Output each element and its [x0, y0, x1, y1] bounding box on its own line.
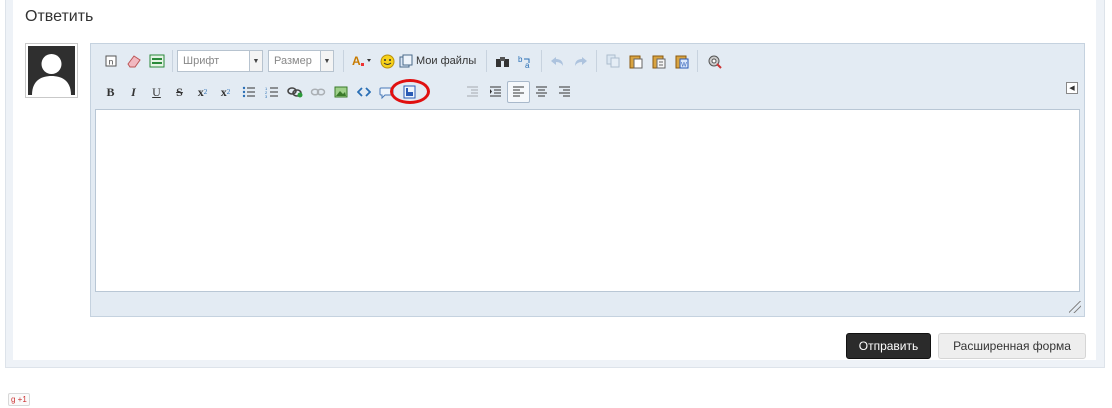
toolbar-separator: [697, 50, 699, 72]
avatar-placeholder-icon: [28, 46, 75, 95]
image-icon[interactable]: [329, 81, 352, 103]
paste-icon[interactable]: [624, 50, 647, 72]
toolbar-separator: [172, 50, 173, 72]
extended-form-button[interactable]: Расширенная форма: [938, 333, 1086, 359]
html-editor-icon[interactable]: [145, 50, 168, 72]
smiley-icon[interactable]: [376, 50, 399, 72]
size-select-placeholder: Размер: [274, 55, 312, 67]
replace-text-icon[interactable]: ba: [514, 50, 537, 72]
google-plus-one-button[interactable]: g +1: [8, 393, 30, 406]
align-right-icon[interactable]: [553, 81, 576, 103]
paste-text-icon[interactable]: [647, 50, 670, 72]
align-center-icon[interactable]: [530, 81, 553, 103]
superscript-button[interactable]: x2: [214, 81, 237, 103]
message-textarea[interactable]: [95, 109, 1080, 292]
binoculars-icon[interactable]: [491, 50, 514, 72]
code-icon[interactable]: [352, 81, 375, 103]
chevron-down-icon: ▼: [320, 51, 333, 71]
resize-handle-icon[interactable]: [1069, 301, 1081, 313]
submit-button[interactable]: Отправить: [846, 333, 931, 359]
reply-title: Ответить: [25, 8, 94, 25]
unlink-icon[interactable]: [306, 81, 329, 103]
indent-icon[interactable]: [484, 81, 507, 103]
toolbar-separator: [343, 50, 344, 72]
strikethrough-button[interactable]: S: [168, 81, 191, 103]
link-icon[interactable]: [283, 81, 306, 103]
paste-word-icon[interactable]: W: [670, 50, 693, 72]
subscript-button[interactable]: x2: [191, 81, 214, 103]
copy-icon[interactable]: [601, 50, 624, 72]
source-mode-icon[interactable]: n: [99, 50, 122, 72]
outdent-icon[interactable]: [461, 81, 484, 103]
files-icon: [399, 54, 413, 68]
numbered-list-icon[interactable]: 123: [260, 81, 283, 103]
svg-text:3: 3: [265, 94, 268, 98]
font-select-placeholder: Шрифт: [183, 55, 220, 67]
collapse-toolbar-button[interactable]: ◀: [1066, 82, 1078, 94]
bold-button[interactable]: B: [99, 81, 122, 103]
settings-icon[interactable]: [702, 50, 725, 72]
svg-text:A: A: [352, 54, 361, 68]
avatar: [25, 43, 78, 98]
toolbar-separator: [541, 50, 543, 72]
my-files-button[interactable]: Мои файлы: [399, 54, 476, 68]
superscript-mark: 2: [226, 88, 231, 96]
chevron-down-icon: ▼: [249, 51, 262, 71]
bulleted-list-icon[interactable]: [237, 81, 260, 103]
subscript-mark: 2: [203, 88, 208, 96]
toolbar-row-1: n Шрифт ▼ Размер ▼ A Мои файлы b a W: [99, 49, 725, 73]
font-color-icon[interactable]: A: [348, 50, 376, 72]
svg-text:b: b: [518, 55, 523, 64]
eraser-icon[interactable]: [122, 50, 145, 72]
video-icon[interactable]: [398, 81, 421, 103]
align-left-icon[interactable]: [507, 81, 530, 103]
size-select[interactable]: Размер ▼: [268, 50, 334, 72]
bbcode-editor: n Шрифт ▼ Размер ▼ A Мои файлы b a W B I…: [90, 43, 1085, 317]
underline-button[interactable]: U: [145, 81, 168, 103]
quote-icon[interactable]: [375, 81, 398, 103]
svg-text:n: n: [108, 58, 112, 67]
toolbar-separator: [486, 50, 488, 72]
font-select[interactable]: Шрифт ▼: [177, 50, 263, 72]
my-files-label: Мои файлы: [416, 55, 477, 67]
toolbar-row-2: B I U S x2 x2 123: [99, 80, 576, 104]
italic-button[interactable]: I: [122, 81, 145, 103]
toolbar-separator: [596, 50, 598, 72]
undo-icon[interactable]: [546, 50, 569, 72]
redo-icon[interactable]: [569, 50, 592, 72]
svg-text:W: W: [681, 62, 687, 68]
